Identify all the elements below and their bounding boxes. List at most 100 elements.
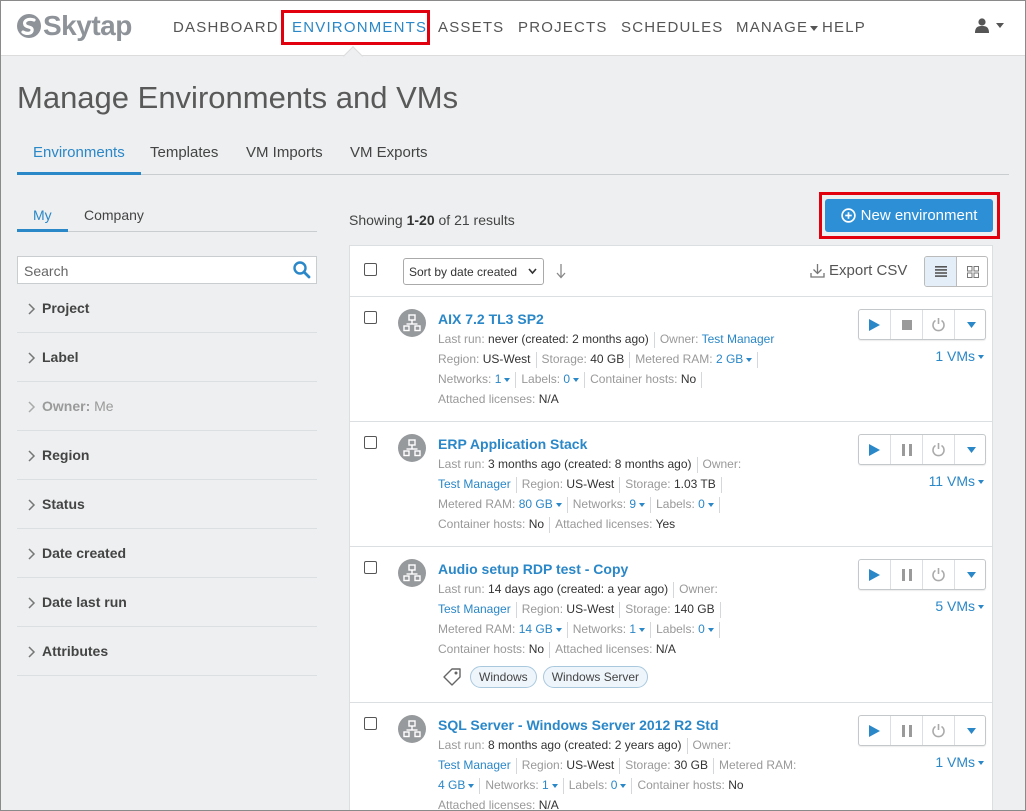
metered-ram-dropdown[interactable]: 80 GB [519, 497, 562, 511]
play-icon [869, 724, 880, 737]
labels-dropdown[interactable]: 0 [563, 372, 580, 386]
environment-name-link[interactable]: ERP Application Stack [438, 436, 587, 452]
more-actions-dropdown[interactable] [955, 435, 987, 464]
environment-list: Sort by date created Export CSV AIX 7.2 … [349, 245, 993, 811]
owner-link[interactable]: Test Manager [438, 758, 511, 772]
networks-dropdown[interactable]: 1 [629, 622, 646, 636]
row-checkbox[interactable] [364, 436, 377, 449]
filter-date-last-run[interactable]: Date last run [17, 578, 317, 627]
vms-dropdown[interactable]: 5 VMs [935, 598, 984, 614]
row-checkbox[interactable] [364, 561, 377, 574]
environment-row[interactable]: SQL Server - Windows Server 2012 R2 Std … [350, 703, 992, 811]
meta-key: Labels: [521, 372, 561, 387]
environment-row[interactable]: AIX 7.2 TL3 SP2 Last run: never (created… [350, 297, 992, 422]
nav-help[interactable]: HELP [822, 19, 866, 36]
filter-attributes[interactable]: Attributes [17, 627, 317, 676]
tag-chip[interactable]: Windows [470, 666, 537, 688]
power-button[interactable] [923, 560, 955, 589]
select-all-checkbox[interactable] [364, 263, 377, 276]
owner-link[interactable]: Test Manager [702, 332, 775, 346]
filter-region[interactable]: Region [17, 431, 317, 480]
run-button[interactable] [859, 560, 891, 589]
metered-ram-dropdown[interactable]: 4 GB [438, 778, 475, 792]
tag-chip[interactable]: Windows Server [542, 666, 649, 688]
tab-templates[interactable]: Templates [134, 144, 234, 174]
filter-date-created[interactable]: Date created [17, 529, 317, 578]
row-checkbox[interactable] [364, 717, 377, 730]
networks-dropdown[interactable]: 9 [629, 497, 646, 511]
stop-button[interactable] [891, 310, 923, 339]
run-button[interactable] [859, 310, 891, 339]
power-icon [932, 443, 945, 457]
networks-dropdown[interactable]: 1 [495, 372, 511, 386]
nav-dashboard[interactable]: DASHBOARD [173, 19, 279, 36]
meta-key: Last run: [438, 738, 485, 753]
power-button[interactable] [923, 435, 955, 464]
skytap-logo[interactable]: Skytap [16, 9, 132, 43]
nav-schedules[interactable]: SCHEDULES [621, 19, 724, 36]
vms-dropdown[interactable]: 11 VMs [929, 473, 984, 489]
more-actions-dropdown[interactable] [955, 716, 987, 745]
labels-dropdown[interactable]: 0 [698, 497, 714, 511]
run-button[interactable] [859, 716, 891, 745]
scope-tab-my[interactable]: My [33, 207, 52, 223]
export-csv-button[interactable]: Export CSV [810, 262, 907, 279]
environment-meta: Test Manager Region: US-West Storage: 30 G… [438, 758, 796, 774]
environment-controls [858, 309, 986, 340]
filter-project[interactable]: Project [17, 284, 317, 333]
more-actions-dropdown[interactable] [955, 560, 987, 589]
run-button[interactable] [859, 435, 891, 464]
power-button[interactable] [923, 310, 955, 339]
nav-assets[interactable]: ASSETS [438, 19, 504, 36]
meta-key: Metered RAM: [718, 758, 797, 773]
suspend-button[interactable] [891, 716, 923, 745]
row-checkbox[interactable] [364, 311, 377, 324]
vms-dropdown[interactable]: 1 VMs [935, 754, 984, 770]
power-button[interactable] [923, 716, 955, 745]
nav-projects[interactable]: PROJECTS [518, 19, 608, 36]
environment-name-link[interactable]: AIX 7.2 TL3 SP2 [438, 311, 544, 327]
owner-link[interactable]: Test Manager [438, 602, 511, 616]
networks-dropdown[interactable]: 1 [542, 778, 558, 792]
labels-dropdown[interactable]: 0 [611, 778, 627, 792]
filter-label: Date last run [42, 594, 127, 610]
sort-direction-icon[interactable] [555, 263, 567, 279]
main-tabs: Environments Templates VM Imports VM Exp… [17, 140, 1009, 175]
owner-link[interactable]: Test Manager [438, 477, 511, 491]
labels-dropdown[interactable]: 0 [698, 622, 714, 636]
nav-manage[interactable]: MANAGE [736, 19, 819, 36]
export-csv-label: Export CSV [829, 262, 908, 279]
more-actions-dropdown[interactable] [955, 310, 987, 339]
suspend-button[interactable] [891, 560, 923, 589]
tab-vm-exports[interactable]: VM Exports [334, 144, 444, 174]
power-icon [932, 318, 945, 332]
user-menu[interactable] [975, 18, 1004, 33]
environment-row[interactable]: ERP Application Stack Last run: 3 months… [350, 422, 992, 547]
meta-key: Region: [521, 477, 564, 492]
scope-tab-company[interactable]: Company [84, 207, 144, 223]
tab-environments[interactable]: Environments [17, 144, 141, 175]
search-icon[interactable] [292, 260, 312, 280]
tab-vm-imports[interactable]: VM Imports [230, 144, 339, 174]
sort-select[interactable]: Sort by date created [403, 258, 544, 285]
meta-key: Container hosts: [438, 517, 526, 532]
suspend-button[interactable] [891, 435, 923, 464]
vms-dropdown[interactable]: 1 VMs [935, 348, 984, 364]
meta-value: 2 GB [715, 352, 744, 367]
search-input[interactable] [24, 263, 284, 279]
environment-name-link[interactable]: SQL Server - Windows Server 2012 R2 Std [438, 717, 719, 733]
metered-ram-dropdown[interactable]: 2 GB [715, 352, 753, 367]
meta-value: No [528, 517, 545, 532]
environment-name-link[interactable]: Audio setup RDP test - Copy [438, 561, 628, 577]
grid-view-button[interactable] [957, 257, 987, 286]
environment-row[interactable]: Audio setup RDP test - Copy Last run: 14… [350, 547, 992, 703]
stop-icon [901, 319, 912, 330]
environment-meta: Attached licenses: N/A [438, 392, 559, 406]
new-environment-button[interactable]: New environment [825, 199, 993, 232]
filter-owner[interactable]: Owner: Me [17, 382, 317, 431]
metered-ram-dropdown[interactable]: 14 GB [519, 622, 562, 636]
filter-status[interactable]: Status [17, 480, 317, 529]
filter-label[interactable]: Label [17, 333, 317, 382]
environment-meta: Last run: 14 days ago (created: a year a… [438, 582, 718, 598]
list-view-button[interactable] [925, 257, 957, 286]
